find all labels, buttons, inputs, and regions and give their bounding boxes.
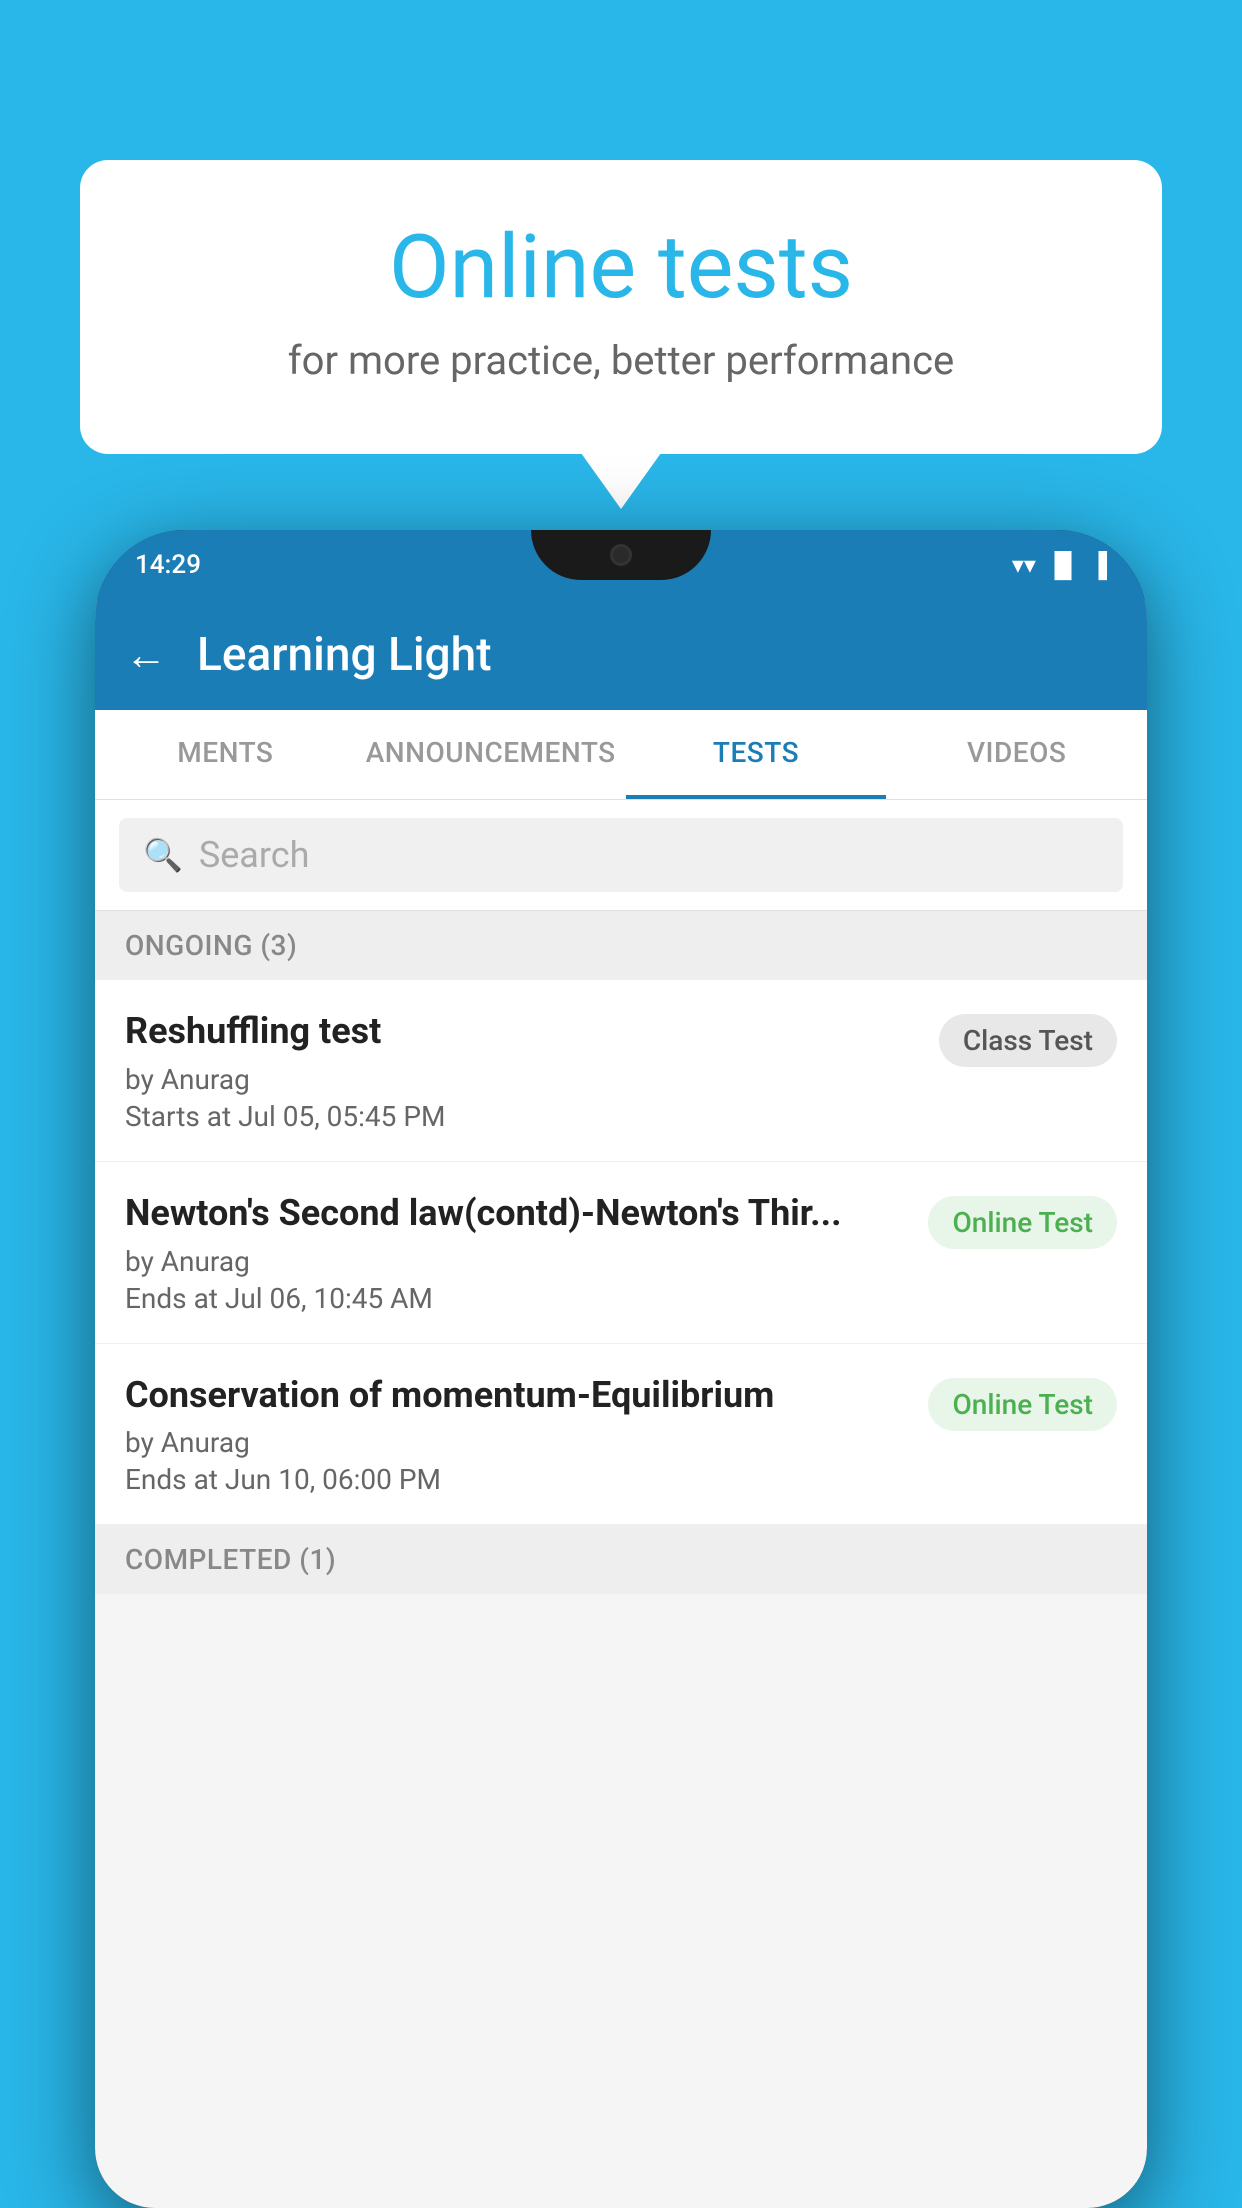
test-item-by: by Anurag: [125, 1426, 908, 1459]
battery-icon: ▐: [1090, 551, 1107, 580]
test-item-name: Newton's Second law(contd)-Newton's Thir…: [125, 1190, 908, 1237]
search-icon: 🔍: [143, 836, 183, 874]
test-item-time: Ends at Jun 10, 06:00 PM: [125, 1463, 908, 1496]
tab-announcements[interactable]: ANNOUNCEMENTS: [356, 710, 626, 799]
ongoing-section-header: ONGOING (3): [95, 911, 1147, 980]
test-item-content: Newton's Second law(contd)-Newton's Thir…: [125, 1190, 908, 1315]
bubble-subtitle: for more practice, better performance: [160, 337, 1082, 384]
search-input[interactable]: Search: [199, 834, 310, 876]
test-item-by: by Anurag: [125, 1245, 908, 1278]
status-time: 14:29: [135, 550, 201, 580]
test-item-content: Conservation of momentum-Equilibrium by …: [125, 1372, 908, 1497]
test-item[interactable]: Conservation of momentum-Equilibrium by …: [95, 1344, 1147, 1526]
phone-screen: ← Learning Light MENTS ANNOUNCEMENTS TES…: [95, 600, 1147, 2208]
test-item-by: by Anurag: [125, 1063, 919, 1096]
tab-tests[interactable]: TESTS: [626, 710, 887, 799]
tabs-bar: MENTS ANNOUNCEMENTS TESTS VIDEOS: [95, 710, 1147, 800]
wifi-icon: ▾▾: [1012, 551, 1036, 579]
notch: [531, 530, 711, 580]
test-item-name: Reshuffling test: [125, 1008, 919, 1055]
search-container: 🔍 Search: [95, 800, 1147, 911]
search-box[interactable]: 🔍 Search: [119, 818, 1123, 892]
test-item-time: Ends at Jul 06, 10:45 AM: [125, 1282, 908, 1315]
test-badge-online: Online Test: [928, 1196, 1117, 1249]
test-item-content: Reshuffling test by Anurag Starts at Jul…: [125, 1008, 919, 1133]
status-icons: ▾▾ ▐▌ ▐: [1012, 551, 1107, 580]
test-badge-online: Online Test: [928, 1378, 1117, 1431]
tab-ments[interactable]: MENTS: [95, 710, 356, 799]
camera: [610, 544, 632, 566]
tab-videos[interactable]: VIDEOS: [886, 710, 1147, 799]
test-badge-class: Class Test: [939, 1014, 1117, 1067]
back-button[interactable]: ←: [125, 631, 167, 680]
test-item-time: Starts at Jul 05, 05:45 PM: [125, 1100, 919, 1133]
test-item[interactable]: Newton's Second law(contd)-Newton's Thir…: [95, 1162, 1147, 1344]
signal-icon: ▐▌: [1046, 551, 1080, 580]
test-item[interactable]: Reshuffling test by Anurag Starts at Jul…: [95, 980, 1147, 1162]
speech-bubble: Online tests for more practice, better p…: [80, 160, 1162, 454]
status-bar: 14:29 ▾▾ ▐▌ ▐: [95, 530, 1147, 600]
app-bar-title: Learning Light: [197, 628, 492, 682]
completed-section-header: COMPLETED (1): [95, 1525, 1147, 1594]
test-item-name: Conservation of momentum-Equilibrium: [125, 1372, 908, 1419]
app-bar: ← Learning Light: [95, 600, 1147, 710]
phone-frame: 14:29 ▾▾ ▐▌ ▐ ← Learning Light MENTS ANN…: [95, 530, 1147, 2208]
bubble-title: Online tests: [160, 220, 1082, 317]
